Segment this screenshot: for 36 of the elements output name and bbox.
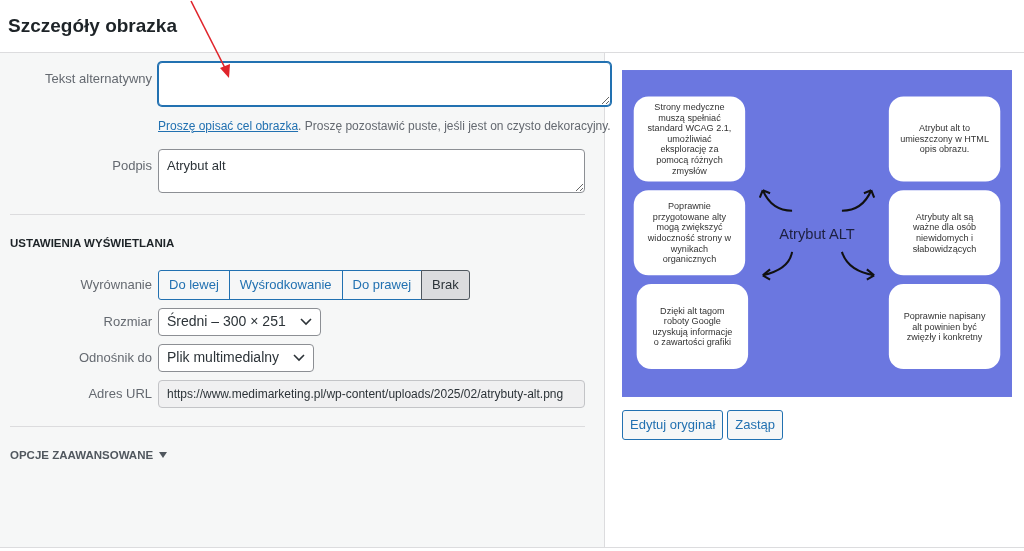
help-text: Proszę opisać cel obrazka. Proszę pozostawić puste, jeśli jest on czysto dekoracyjny. xyxy=(158,117,611,135)
diagram-title: Atrybut ALT xyxy=(779,225,855,242)
image-action-button[interactable]: Edytuj oryginał xyxy=(622,410,724,440)
alignment-option[interactable]: Do prawej xyxy=(341,270,423,300)
field-label: Odnośnik do xyxy=(78,349,152,367)
diagram-note: Strony medyczne muszą spełniać standard WCAG 2.1, umożliwiać eksplorację za pomocą różnych zmysłów xyxy=(633,96,746,182)
field-label: Rozmiar xyxy=(102,313,152,331)
diagram-note: Poprawnie przygotowane alty mogą zwiększyć widoczność strony w wynikach organicznych xyxy=(633,190,746,276)
alignment-option[interactable]: Do lewej xyxy=(158,270,230,300)
select-value: Plik multimedialny xyxy=(167,348,280,368)
field-label: Adres URL xyxy=(87,385,152,403)
select-value: Średni – 300 × 251 xyxy=(167,311,286,332)
field-label: Tekst alternatywny xyxy=(44,70,152,88)
advanced-options-toggle[interactable]: OPCJE ZAAWANSOWANE xyxy=(10,446,585,464)
diagram-note: Poprawnie napisany alt powinien być zwięzły i konkretny xyxy=(888,284,1001,370)
url-field[interactable]: https://www.medimarketing.pl/wp-content/uploads/2025/02/atrybuty-alt.png xyxy=(158,379,585,408)
link-select[interactable]: Plik multimedialny xyxy=(158,343,315,372)
chevron-down-icon xyxy=(299,317,312,326)
alignment-option[interactable]: Brak xyxy=(421,270,470,300)
chevron-down-icon xyxy=(293,353,306,362)
caption-field[interactable]: Atrybut alt xyxy=(158,148,585,193)
field-label: Wyrównanie xyxy=(79,276,152,295)
diagram-note: Atrybut alt to umieszczony w HTML opis obrazu. xyxy=(888,96,1001,182)
diagram-note: Dzięki alt tagom roboty Google uzyskują informacje o zawartości grafiki xyxy=(636,284,749,370)
panel-title: Szczegóły obrazka xyxy=(8,14,177,38)
curved-arrow xyxy=(840,250,876,281)
alignment-option[interactable]: Wyśrodkowanie xyxy=(228,270,343,300)
curved-arrow xyxy=(761,250,794,281)
alt-text-field[interactable] xyxy=(158,62,611,106)
section-heading: USTAWIENIA WYŚWIETLANIA xyxy=(10,236,176,251)
diagram-note: Atrybuty alt są ważne dla osób niewidomych i słabowidzących xyxy=(888,190,1001,276)
size-select[interactable]: Średni – 300 × 251 xyxy=(158,307,321,336)
image-action-button[interactable]: Zastąp xyxy=(727,410,784,440)
curved-arrow xyxy=(758,189,794,212)
curved-arrow xyxy=(840,189,876,212)
field-label: Podpis xyxy=(111,156,152,175)
